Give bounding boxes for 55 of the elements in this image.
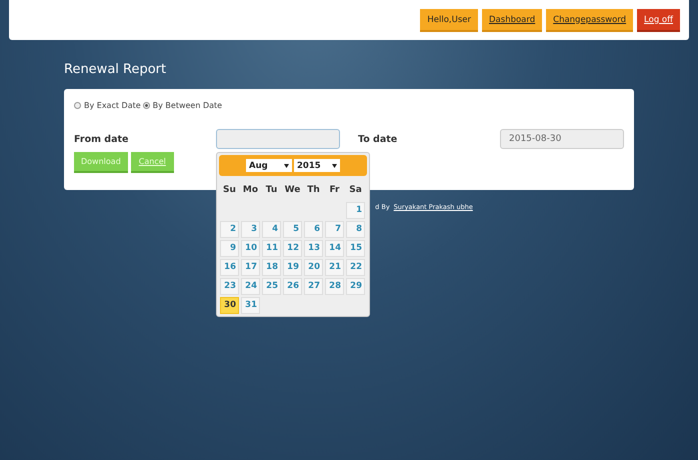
- greeting-label: Hello,User: [420, 8, 478, 32]
- calendar-day[interactable]: 10: [241, 240, 260, 257]
- radio-button[interactable]: [142, 102, 150, 109]
- calendar-day[interactable]: 11: [262, 240, 281, 257]
- calendar-day[interactable]: 29: [346, 278, 365, 295]
- calendar-day[interactable]: 4: [262, 221, 281, 238]
- from-date-field[interactable]: [216, 129, 340, 149]
- radio-label: By Exact Date: [84, 101, 141, 110]
- calendar-day[interactable]: 19: [283, 259, 302, 276]
- weekday-label: Fr: [328, 184, 340, 197]
- calendar-day[interactable]: 12: [283, 240, 302, 257]
- logoff-link[interactable]: Log off: [637, 8, 680, 32]
- weekday-label: Mo: [242, 184, 260, 197]
- radio-button[interactable]: [74, 102, 81, 109]
- calendar-day[interactable]: 5: [283, 221, 302, 238]
- calendar-day[interactable]: 21: [325, 259, 344, 276]
- calendar-day[interactable]: 23: [220, 278, 239, 295]
- calendar-day[interactable]: 31: [241, 297, 260, 314]
- calendar-day[interactable]: 14: [325, 240, 344, 257]
- calendar-day[interactable]: 20: [304, 259, 323, 276]
- caret-icon: [284, 164, 289, 168]
- calendar-day[interactable]: 25: [262, 278, 281, 295]
- nav-link[interactable]: Dashboard: [482, 8, 542, 32]
- month-select[interactable]: Aug: [246, 159, 292, 172]
- calendar-day[interactable]: 26: [283, 278, 302, 295]
- weekday-label: Th: [306, 184, 321, 197]
- calendar-day[interactable]: 22: [346, 259, 365, 276]
- calendar-day[interactable]: 17: [241, 259, 260, 276]
- calendar-day[interactable]: 24: [241, 278, 260, 295]
- calendar-day[interactable]: 1: [346, 202, 365, 219]
- weekday-label: Tu: [264, 184, 278, 197]
- calendar-day[interactable]: 7: [325, 221, 344, 238]
- calendar-day[interactable]: 9: [220, 240, 239, 257]
- to-date-label: To date: [358, 134, 398, 144]
- calendar-day[interactable]: 2: [220, 221, 239, 238]
- calendar-day[interactable]: 27: [304, 278, 323, 295]
- calendar-day[interactable]: 15: [346, 240, 365, 257]
- radio-label: By Between Date: [152, 101, 222, 110]
- calendar-day[interactable]: 8: [346, 221, 365, 238]
- calendar-day[interactable]: 28: [325, 278, 344, 295]
- to-date-field[interactable]: 2015-08-30: [500, 129, 624, 149]
- calendar-day[interactable]: 6: [304, 221, 323, 238]
- calendar-day[interactable]: 3: [241, 221, 260, 238]
- caret-icon: [332, 164, 337, 168]
- calendar-day[interactable]: 30: [220, 297, 239, 314]
- year-select[interactable]: 2015: [294, 159, 340, 172]
- page-title: Renewal Report: [64, 62, 168, 77]
- from-date-label: From date: [74, 134, 130, 144]
- weekday-label: Sa: [348, 184, 363, 197]
- nav-link[interactable]: Changepassword: [546, 8, 634, 32]
- calendar-day[interactable]: 18: [262, 259, 281, 276]
- weekday-label: Su: [222, 184, 237, 197]
- calendar-day[interactable]: 13: [304, 240, 323, 257]
- calendar-day[interactable]: 16: [220, 259, 239, 276]
- weekday-label: We: [284, 184, 302, 197]
